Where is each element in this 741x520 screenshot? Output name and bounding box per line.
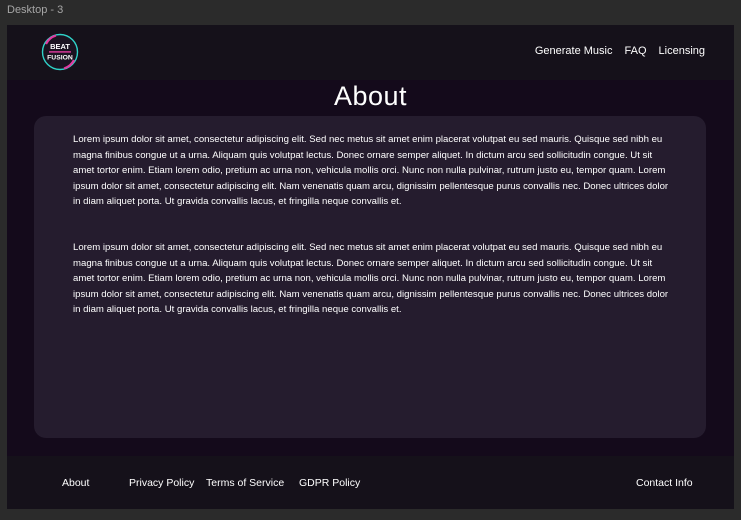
logo-text-line1: BEAT	[50, 42, 70, 51]
beat-fusion-logo[interactable]: BEAT FUSION	[40, 32, 80, 72]
footer-link-terms-of-service[interactable]: Terms of Service	[206, 477, 284, 489]
logo-text-line2: FUSION	[47, 55, 73, 62]
footer-link-gdpr-policy[interactable]: GDPR Policy	[299, 477, 360, 489]
frame-label: Desktop - 3	[7, 4, 64, 16]
about-content-card: Lorem ipsum dolor sit amet, consectetur …	[34, 116, 706, 438]
about-paragraph-2: Lorem ipsum dolor sit amet, consectetur …	[73, 242, 669, 315]
footer: About Privacy Policy Terms of Service GD…	[7, 456, 734, 509]
main-nav: Generate Music FAQ Licensing	[523, 45, 705, 57]
nav-licensing[interactable]: Licensing	[659, 45, 705, 57]
nav-generate-music[interactable]: Generate Music	[535, 45, 613, 57]
footer-link-contact-info[interactable]: Contact Info	[636, 477, 693, 489]
nav-faq[interactable]: FAQ	[625, 45, 647, 57]
footer-link-privacy-policy[interactable]: Privacy Policy	[129, 477, 194, 489]
page-title: About	[333, 81, 408, 111]
page-canvas: BEAT FUSION Generate Music FAQ Licensing…	[7, 25, 734, 509]
about-paragraph-1: Lorem ipsum dolor sit amet, consectetur …	[73, 134, 669, 207]
footer-link-about[interactable]: About	[62, 477, 89, 489]
header: BEAT FUSION Generate Music FAQ Licensing	[7, 25, 734, 80]
